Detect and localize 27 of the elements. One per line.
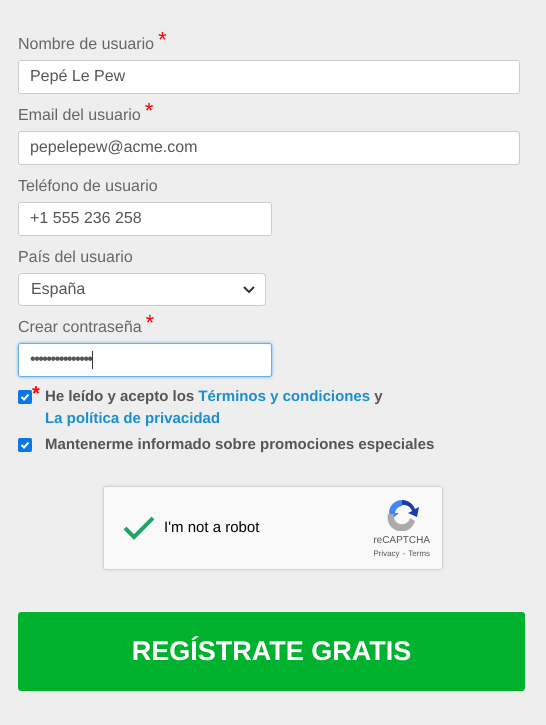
privacy-link[interactable]: Privacy bbox=[373, 548, 400, 560]
link-separator: - bbox=[402, 548, 406, 560]
checkbox[interactable] bbox=[18, 390, 32, 404]
field-label: Email del usuario bbox=[18, 106, 141, 126]
captcha-brand: reCAPTCHA bbox=[373, 534, 430, 548]
country-select[interactable]: España bbox=[18, 273, 266, 306]
terms-link[interactable]: Terms bbox=[408, 548, 430, 560]
consent-text: He leído y acepto los Términos y condiciones y La política de privacidad bbox=[45, 387, 384, 429]
field-label: Crear contraseña bbox=[18, 318, 142, 338]
checkmark-icon bbox=[123, 516, 155, 540]
required-asterisk: * bbox=[32, 383, 40, 405]
chevron-icon bbox=[243, 286, 255, 294]
input-field[interactable]: pepelepew@acme.com bbox=[18, 131, 520, 165]
required-asterisk: * bbox=[146, 312, 154, 334]
captcha-checkbox[interactable] bbox=[123, 514, 155, 542]
text-cursor bbox=[92, 351, 93, 369]
consent-text: Mantenerme informado sobre promociones especiales bbox=[45, 435, 434, 455]
password-field[interactable]: ••••••••••••••• bbox=[18, 343, 272, 377]
required-asterisk: * bbox=[144, 100, 154, 122]
checkbox[interactable] bbox=[18, 438, 32, 452]
field-label: Teléfono de usuario bbox=[18, 177, 158, 197]
captcha-label: I'm not a robot bbox=[164, 518, 260, 538]
field-label: Nombre de usuario bbox=[18, 35, 154, 55]
input-field[interactable]: Pepé Le Pew bbox=[18, 60, 520, 94]
required-asterisk: * bbox=[158, 29, 167, 51]
input-field[interactable]: +1 555 236 258 bbox=[18, 202, 272, 236]
field-label: País del usuario bbox=[18, 248, 133, 268]
